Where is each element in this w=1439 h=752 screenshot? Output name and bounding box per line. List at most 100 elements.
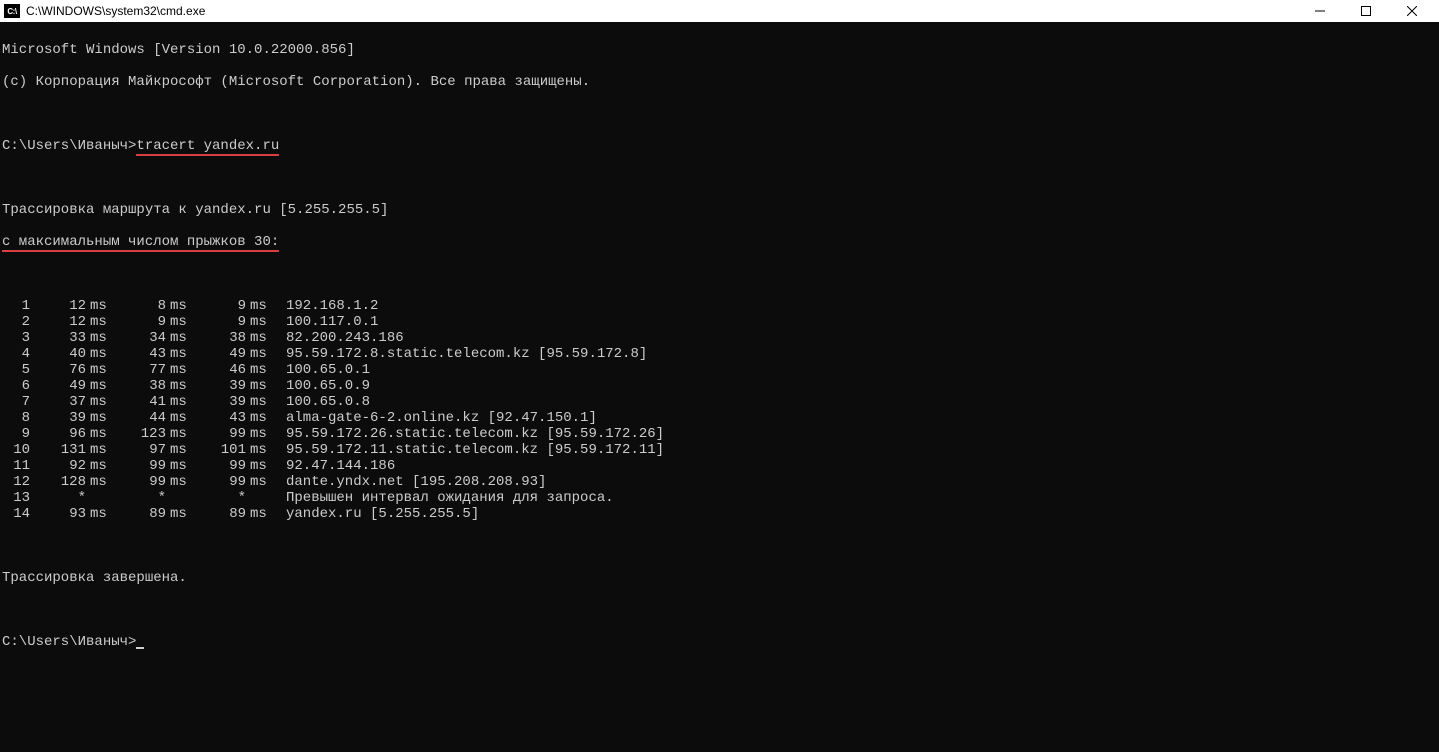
copyright-line: (c) Корпорация Майкрософт (Microsoft Cor… [2,74,1437,90]
close-button[interactable] [1389,0,1435,22]
hops-list: 112ms8ms9ms192.168.1.2212ms9ms9ms100.117… [2,298,1437,522]
hop-time-unit: ms [166,378,190,394]
hop-time-unit: ms [86,458,110,474]
hop-time-unit: ms [86,314,110,330]
hop-destination: 192.168.1.2 [270,298,378,314]
hop-number: 10 [2,442,30,458]
hop-time-unit: ms [246,378,270,394]
hop-row: 212ms9ms9ms100.117.0.1 [2,314,1437,330]
prompt-line: C:\Users\Иваныч> [2,634,1437,650]
hop-number: 12 [2,474,30,490]
hop-time-unit: ms [246,442,270,458]
hop-time-unit: ms [86,410,110,426]
hop-time-unit: ms [166,394,190,410]
command-text: tracert yandex.ru [136,138,279,156]
hop-time: 101 [190,442,246,458]
hop-time: 131 [30,442,86,458]
hop-time-unit: ms [166,346,190,362]
hop-time: 128 [30,474,86,490]
hop-time-unit [86,490,110,506]
hop-time: 39 [190,394,246,410]
hop-destination: alma-gate-6-2.online.kz [92.47.150.1] [270,410,597,426]
hop-row: 996ms123ms99ms95.59.172.26.static.teleco… [2,426,1437,442]
hop-row: 1192ms99ms99ms92.47.144.186 [2,458,1437,474]
prompt-path: C:\Users\Иваныч> [2,634,136,650]
hop-time-unit: ms [246,330,270,346]
hop-time: 12 [30,298,86,314]
hop-row: 576ms77ms46ms100.65.0.1 [2,362,1437,378]
hop-number: 6 [2,378,30,394]
hop-destination: 100.65.0.8 [270,394,370,410]
hop-row: 737ms41ms39ms100.65.0.8 [2,394,1437,410]
version-line: Microsoft Windows [Version 10.0.22000.85… [2,42,1437,58]
hop-number: 7 [2,394,30,410]
hop-time-unit: ms [166,362,190,378]
hop-time-unit: ms [86,442,110,458]
hop-time-unit: ms [86,394,110,410]
hop-time: 46 [190,362,246,378]
hop-time: 41 [110,394,166,410]
hop-time: 99 [110,474,166,490]
hop-time: * [190,490,246,506]
hop-time: 44 [110,410,166,426]
hop-time-unit: ms [166,410,190,426]
hop-time: 34 [110,330,166,346]
hop-row: 112ms8ms9ms192.168.1.2 [2,298,1437,314]
hop-time-unit: ms [246,474,270,490]
hop-destination: 92.47.144.186 [270,458,395,474]
hop-number: 3 [2,330,30,346]
hop-time: 123 [110,426,166,442]
minimize-button[interactable] [1297,0,1343,22]
hop-time: 40 [30,346,86,362]
hop-time-unit: ms [166,426,190,442]
hop-time: 96 [30,426,86,442]
hop-time-unit: ms [86,330,110,346]
hop-time-unit: ms [166,458,190,474]
hop-time: 39 [190,378,246,394]
hop-time: 99 [190,426,246,442]
hop-destination: dante.yndx.net [195.208.208.93] [270,474,546,490]
hop-number: 8 [2,410,30,426]
hop-time-unit [246,490,270,506]
hop-time: 99 [190,474,246,490]
hop-time: 33 [30,330,86,346]
hop-time: 38 [190,330,246,346]
hop-time: 38 [110,378,166,394]
hop-time: 9 [190,314,246,330]
hop-number: 4 [2,346,30,362]
hop-time-unit: ms [166,506,190,522]
hop-destination: 100.65.0.1 [270,362,370,378]
hop-destination: Превышен интервал ожидания для запроса. [270,490,614,506]
hop-time: 93 [30,506,86,522]
hop-destination: 95.59.172.26.static.telecom.kz [95.59.17… [270,426,664,442]
hop-time: 9 [190,298,246,314]
hop-number: 13 [2,490,30,506]
hop-time: * [30,490,86,506]
hop-time: 76 [30,362,86,378]
hop-time: 39 [30,410,86,426]
hop-time-unit: ms [86,506,110,522]
hop-time-unit: ms [86,298,110,314]
hop-time-unit: ms [246,298,270,314]
hop-time-unit: ms [86,426,110,442]
hop-row: 12128ms99ms99msdante.yndx.net [195.208.2… [2,474,1437,490]
hop-time: * [110,490,166,506]
hop-number: 11 [2,458,30,474]
hop-time-unit [166,490,190,506]
window-title: C:\WINDOWS\system32\cmd.exe [26,4,205,18]
terminal-output[interactable]: Microsoft Windows [Version 10.0.22000.85… [0,22,1439,670]
hop-time: 97 [110,442,166,458]
titlebar: C:\ C:\WINDOWS\system32\cmd.exe [0,0,1439,22]
hop-destination: yandex.ru [5.255.255.5] [270,506,479,522]
hop-destination: 95.59.172.11.static.telecom.kz [95.59.17… [270,442,664,458]
hop-time: 49 [30,378,86,394]
hop-row: 839ms44ms43msalma-gate-6-2.online.kz [92… [2,410,1437,426]
hop-number: 5 [2,362,30,378]
trace-header-line1: Трассировка маршрута к yandex.ru [5.255.… [2,202,1437,218]
hop-row: 10131ms97ms101ms95.59.172.11.static.tele… [2,442,1437,458]
hop-time-unit: ms [86,474,110,490]
hop-destination: 95.59.172.8.static.telecom.kz [95.59.172… [270,346,647,362]
hop-time: 8 [110,298,166,314]
maximize-button[interactable] [1343,0,1389,22]
hop-time-unit: ms [246,346,270,362]
